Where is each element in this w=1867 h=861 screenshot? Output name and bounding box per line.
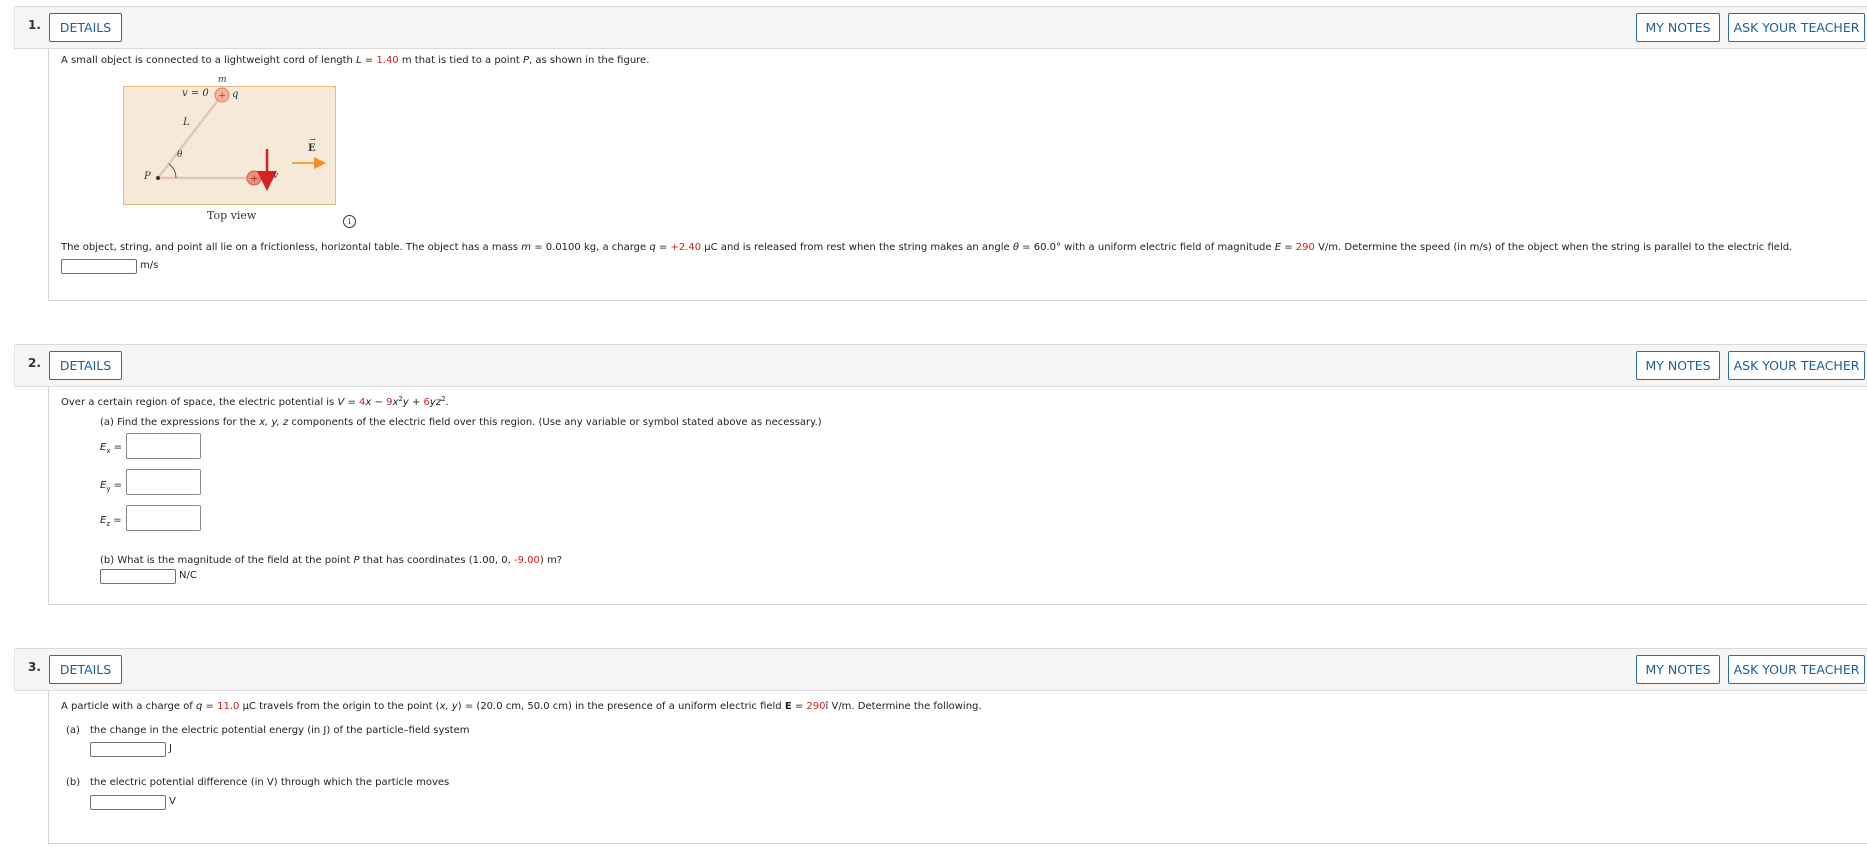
details-button[interactable]: DETAILS [49,351,122,380]
ez-input[interactable] [126,505,201,531]
P-label: P [144,171,151,182]
ez-label: Ez = [100,515,122,528]
energy-unit: J [169,743,172,754]
question-intro: A small object is connected to a lightwe… [61,55,650,66]
q-label: q [232,89,239,100]
question-header [14,344,1867,387]
ex-label: Ex = [100,442,123,455]
ask-teacher-button[interactable]: ASK YOUR TEACHER [1728,351,1865,380]
voltage-unit: V [169,796,176,807]
question-body [48,691,1867,844]
L-label: L [183,117,190,128]
question-number: 1. [28,18,41,32]
problem-figure: + + v = 0 m q L θ P E → v [123,75,336,205]
ey-input[interactable] [126,469,201,495]
question-intro: Over a certain region of space, the elec… [61,395,449,409]
cord-line [157,94,223,179]
question-header [14,648,1867,691]
question-header [14,6,1867,49]
E-vector-mark: → [309,135,316,144]
ask-teacher-button[interactable]: ASK YOUR TEACHER [1728,655,1865,684]
part-a-text: the change in the electric potential ene… [90,725,470,736]
angle-arc [168,163,177,179]
svg-text:+: + [218,91,226,102]
question-text: The object, string, and point all lie on… [61,242,1793,253]
info-icon[interactable]: i [343,215,356,228]
details-button[interactable]: DETAILS [49,655,122,684]
question-number: 3. [28,660,41,674]
answer-unit: m/s [140,260,159,271]
potential-energy-input[interactable] [90,742,166,757]
ey-label: Ey = [100,480,123,493]
v-label: v = 0 [182,88,209,99]
my-notes-button[interactable]: MY NOTES [1636,655,1720,684]
question-number: 2. [28,356,41,370]
details-button[interactable]: DETAILS [49,13,122,42]
magnitude-unit: N/C [179,570,197,581]
answer-input[interactable] [61,259,137,274]
E-label: E [308,143,316,154]
pivot-point [156,176,160,180]
part-b-text: the electric potential difference (in V)… [90,777,450,788]
ex-input[interactable] [126,433,201,459]
my-notes-button[interactable]: MY NOTES [1636,13,1720,42]
part-a-tag: (a) [66,725,80,736]
m-label: m [218,75,227,85]
part-a-text: (a) Find the expressions for the x, y, z… [100,417,822,428]
figure-caption: Top view [207,209,257,222]
ask-teacher-button[interactable]: ASK YOUR TEACHER [1728,13,1865,42]
magnitude-input[interactable] [100,569,176,584]
svg-text:+: + [250,174,258,185]
theta-label: θ [177,150,183,160]
my-notes-button[interactable]: MY NOTES [1636,351,1720,380]
part-b-tag: (b) [66,777,81,788]
potential-difference-input[interactable] [90,795,166,810]
v-vector-label: v [273,171,279,181]
part-b-text: (b) What is the magnitude of the field a… [100,555,563,566]
question-intro: A particle with a charge of q = 11.0 μC … [61,701,982,712]
figure-drawing: + + [156,87,326,191]
